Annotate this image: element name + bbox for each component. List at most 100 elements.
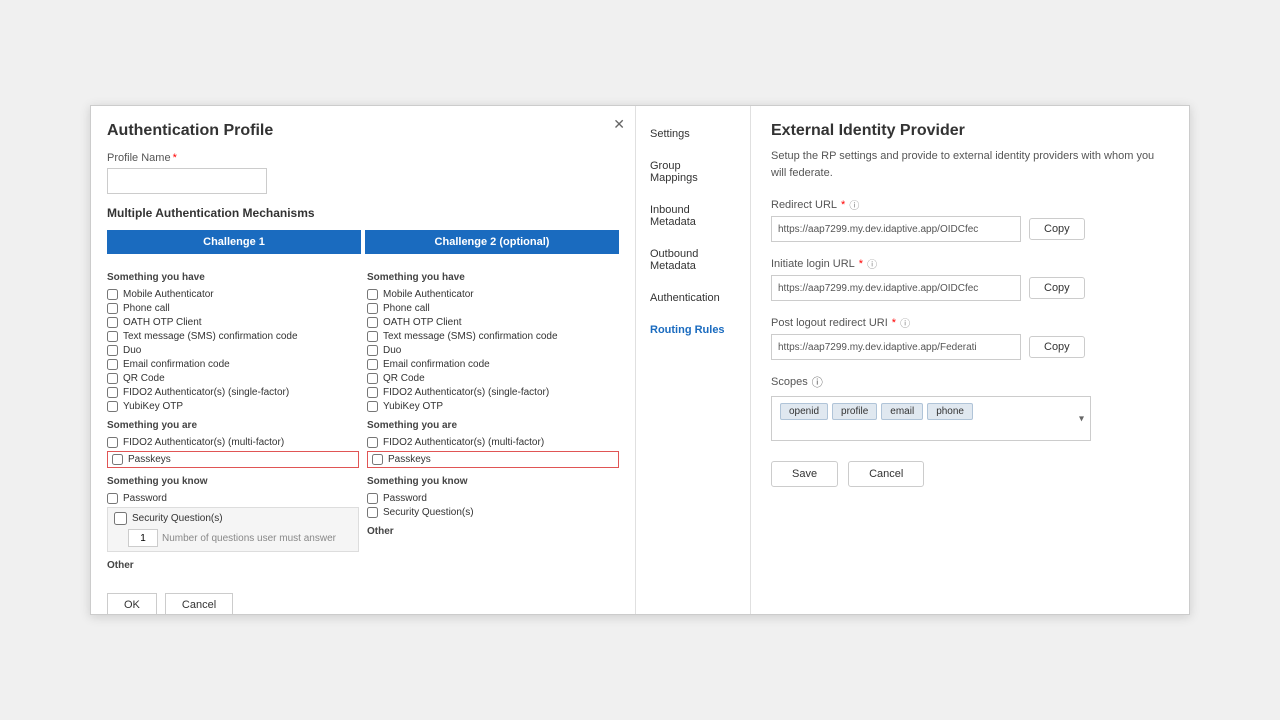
- phone-call-check[interactable]: [107, 303, 118, 314]
- post-logout-uri-field: Post logout redirect URI * ⓘ Copy: [771, 315, 1169, 360]
- email-conf-check[interactable]: [107, 359, 118, 370]
- col1-know-label: Something you know: [107, 476, 359, 487]
- list-item: Text message (SMS) confirmation code: [367, 331, 619, 342]
- challenge1-tab[interactable]: Challenge 1: [107, 230, 361, 254]
- nav-panel: Settings GroupMappings InboundMetadata O…: [636, 106, 751, 614]
- list-item: FIDO2 Authenticator(s) (multi-factor): [367, 437, 619, 448]
- initiate-login-url-field: Initiate login URL * ⓘ Copy: [771, 256, 1169, 301]
- col2-security-q-check[interactable]: [367, 507, 378, 518]
- post-logout-uri-copy-button[interactable]: Copy: [1029, 336, 1085, 358]
- col2-know-label: Something you know: [367, 476, 619, 487]
- list-item: Duo: [367, 345, 619, 356]
- mobile-auth-check[interactable]: [107, 289, 118, 300]
- list-item: FIDO2 Authenticator(s) (single-factor): [367, 387, 619, 398]
- col2-password-check[interactable]: [367, 493, 378, 504]
- initiate-login-url-copy-button[interactable]: Copy: [1029, 277, 1085, 299]
- list-item: Password: [107, 493, 359, 504]
- cancel-right-button[interactable]: Cancel: [848, 461, 924, 487]
- initiate-login-url-input[interactable]: [771, 275, 1021, 301]
- list-item: QR Code: [367, 373, 619, 384]
- fido2-single-check[interactable]: [107, 387, 118, 398]
- challenge2-tab[interactable]: Challenge 2 (optional): [365, 230, 619, 254]
- section-title: Multiple Authentication Mechanisms: [107, 206, 619, 220]
- post-logout-uri-info-icon: ⓘ: [900, 315, 910, 330]
- external-identity-provider-panel: External Identity Provider Setup the RP …: [751, 106, 1189, 614]
- nav-inbound-metadata[interactable]: InboundMetadata: [636, 194, 750, 238]
- profile-name-label: Profile Name*: [107, 152, 619, 164]
- scope-tag-email: email: [881, 403, 923, 420]
- col2-fido2-multi-check[interactable]: [367, 437, 378, 448]
- col2-email-conf-check[interactable]: [367, 359, 378, 370]
- scopes-info-icon: ⓘ: [812, 374, 823, 390]
- col2-qr-check[interactable]: [367, 373, 378, 384]
- col2-phone-call-check[interactable]: [367, 303, 378, 314]
- column-2: Something you have Mobile Authenticator …: [367, 264, 619, 577]
- left-panel-title: Authentication Profile: [107, 122, 619, 140]
- scopes-field: Scopes ⓘ openid profile email phone ▾: [771, 374, 1169, 441]
- yubikey-check[interactable]: [107, 401, 118, 412]
- nav-authentication[interactable]: Authentication: [636, 282, 750, 314]
- list-item: QR Code: [107, 373, 359, 384]
- nav-outbound-metadata[interactable]: OutboundMetadata: [636, 238, 750, 282]
- right-panel-description: Setup the RP settings and provide to ext…: [771, 148, 1169, 181]
- passkeys-check-col1[interactable]: [112, 454, 123, 465]
- save-button[interactable]: Save: [771, 461, 838, 487]
- redirect-url-info-icon: ⓘ: [849, 197, 859, 212]
- list-item: Password: [367, 493, 619, 504]
- right-bottom-buttons: Save Cancel: [771, 461, 1169, 487]
- col2-duo-check[interactable]: [367, 345, 378, 356]
- nav-routing-rules[interactable]: Routing Rules: [636, 314, 750, 346]
- list-item: FIDO2 Authenticator(s) (single-factor): [107, 387, 359, 398]
- redirect-url-field: Redirect URL * ⓘ Copy: [771, 197, 1169, 242]
- passkeys-row-col2: Passkeys: [367, 451, 619, 468]
- profile-name-input[interactable]: [107, 168, 267, 194]
- col2-fido2-single-check[interactable]: [367, 387, 378, 398]
- col1-are-label: Something you are: [107, 420, 359, 431]
- scope-tag-phone: phone: [927, 403, 973, 420]
- initiate-login-url-info-icon: ⓘ: [867, 256, 877, 271]
- security-q-check[interactable]: [114, 512, 127, 525]
- nav-settings[interactable]: Settings: [636, 118, 750, 150]
- list-item: Mobile Authenticator: [367, 289, 619, 300]
- oath-check[interactable]: [107, 317, 118, 328]
- bottom-buttons: OK Cancel: [107, 593, 619, 614]
- post-logout-uri-input[interactable]: [771, 334, 1021, 360]
- col1-have-label: Something you have: [107, 272, 359, 283]
- security-questions-group: Security Question(s) Number of questions…: [107, 507, 359, 552]
- list-item: OATH OTP Client: [367, 317, 619, 328]
- col2-mobile-auth-check[interactable]: [367, 289, 378, 300]
- list-item: OATH OTP Client: [107, 317, 359, 328]
- qr-check[interactable]: [107, 373, 118, 384]
- duo-check[interactable]: [107, 345, 118, 356]
- cancel-button[interactable]: Cancel: [165, 593, 233, 614]
- right-panel-title: External Identity Provider: [771, 122, 1169, 140]
- close-button[interactable]: ✕: [613, 116, 625, 133]
- list-item: FIDO2 Authenticator(s) (multi-factor): [107, 437, 359, 448]
- list-item: Email confirmation code: [367, 359, 619, 370]
- nav-group-mappings[interactable]: GroupMappings: [636, 150, 750, 194]
- list-item: Phone call: [367, 303, 619, 314]
- list-item: YubiKey OTP: [367, 401, 619, 412]
- list-item: Text message (SMS) confirmation code: [107, 331, 359, 342]
- redirect-url-input[interactable]: [771, 216, 1021, 242]
- col2-other-label: Other: [367, 526, 619, 537]
- password-check[interactable]: [107, 493, 118, 504]
- redirect-url-copy-button[interactable]: Copy: [1029, 218, 1085, 240]
- col2-have-label: Something you have: [367, 272, 619, 283]
- column-1: Something you have Mobile Authenticator …: [107, 264, 359, 577]
- ok-button[interactable]: OK: [107, 593, 157, 614]
- col2-oath-check[interactable]: [367, 317, 378, 328]
- num-questions-input[interactable]: [128, 529, 158, 547]
- list-item: Duo: [107, 345, 359, 356]
- passkeys-check-col2[interactable]: [372, 454, 383, 465]
- fido2-multi-check[interactable]: [107, 437, 118, 448]
- scopes-container[interactable]: openid profile email phone ▾: [771, 396, 1091, 441]
- authentication-profile-panel: ✕ Authentication Profile Profile Name* M…: [91, 106, 636, 614]
- list-item: Phone call: [107, 303, 359, 314]
- challenge-tabs: Challenge 1 Challenge 2 (optional): [107, 230, 619, 254]
- col2-are-label: Something you are: [367, 420, 619, 431]
- col2-yubikey-check[interactable]: [367, 401, 378, 412]
- sms-check[interactable]: [107, 331, 118, 342]
- col1-other-label: Other: [107, 560, 359, 571]
- col2-sms-check[interactable]: [367, 331, 378, 342]
